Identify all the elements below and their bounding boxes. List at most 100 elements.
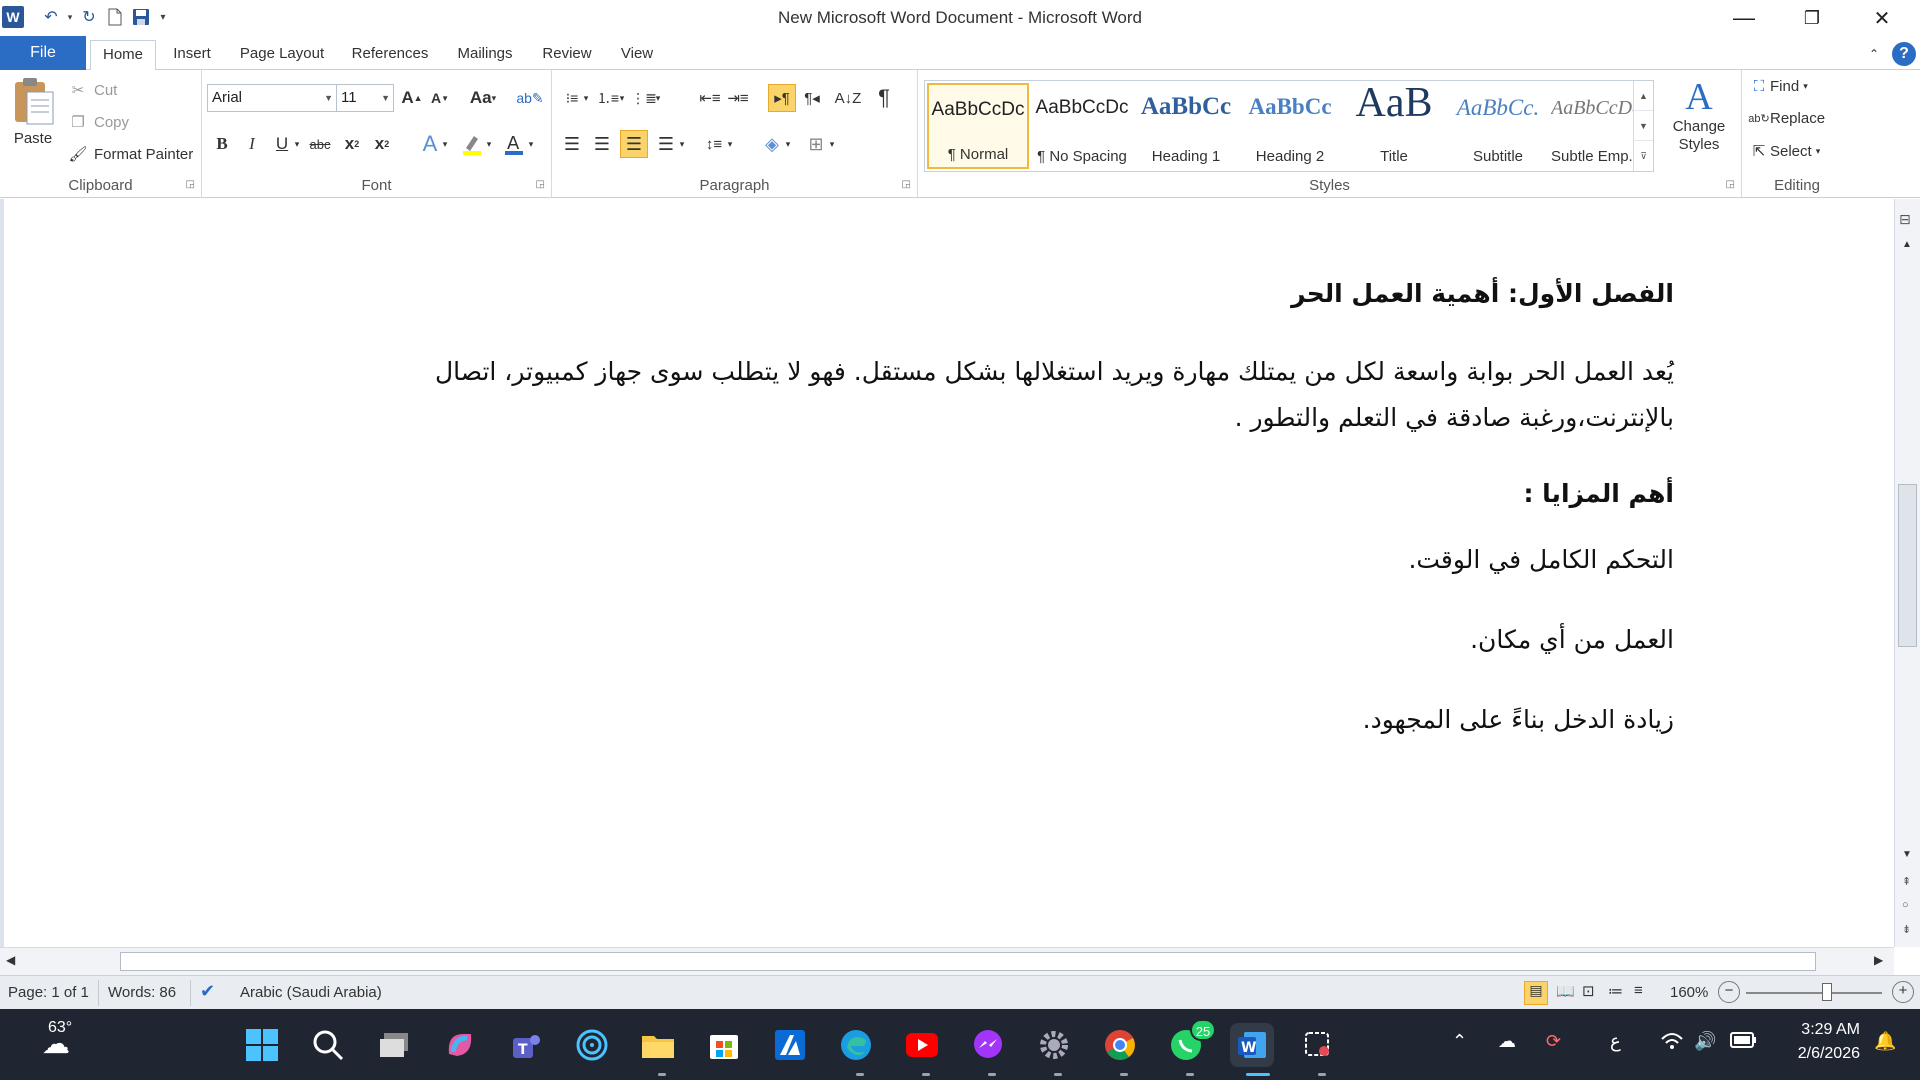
rtl-direction-icon[interactable]: ¶◂	[798, 84, 826, 112]
ruler-toggle-icon[interactable]: ⊟	[1899, 211, 1911, 228]
align-right-icon[interactable]: ☰	[620, 130, 648, 158]
tab-insert[interactable]: Insert	[166, 40, 218, 70]
shrink-font-icon[interactable]: A ▼	[426, 84, 454, 112]
teams-icon[interactable]: T	[504, 1023, 548, 1067]
web-layout-icon[interactable]: ⊡	[1582, 982, 1595, 1000]
microsoft-store-icon[interactable]	[702, 1023, 746, 1067]
tab-home[interactable]: Home	[90, 40, 156, 71]
gallery-more-icon[interactable]: ⊽	[1634, 141, 1653, 171]
advantages-heading[interactable]: أهم المزايا :	[1523, 479, 1674, 508]
clock-time[interactable]: 3:29 AM	[1776, 1021, 1860, 1039]
zoom-out-icon[interactable]: −	[1718, 981, 1740, 1003]
undo-dropdown-icon[interactable]: ▾	[64, 4, 76, 30]
wifi-icon[interactable]	[1660, 1031, 1684, 1056]
edge-icon[interactable]	[834, 1023, 878, 1067]
copilot-icon[interactable]	[438, 1023, 482, 1067]
zoom-slider-thumb[interactable]	[1822, 983, 1832, 1001]
word-count[interactable]: Words: 86	[108, 984, 176, 1001]
clear-formatting-icon[interactable]: ab✎	[516, 84, 544, 112]
tab-references[interactable]: References	[346, 40, 434, 70]
snipping-tool-icon[interactable]	[1296, 1023, 1340, 1067]
customize-qat-icon[interactable]: ▾	[154, 4, 172, 30]
style-heading-2[interactable]: AaBbCc Heading 2	[1239, 83, 1341, 169]
scroll-right-icon[interactable]: ▶	[1874, 953, 1883, 967]
outline-view-icon[interactable]: ≔	[1608, 982, 1623, 1000]
scroll-up-icon[interactable]: ▲	[1902, 239, 1912, 250]
bullets-dropdown-icon[interactable]: ▾	[580, 84, 592, 112]
font-name-combo[interactable]: Arial ▼	[207, 84, 337, 112]
scroll-down-icon[interactable]: ▼	[1902, 849, 1912, 860]
azure-icon[interactable]	[768, 1023, 812, 1067]
tab-review[interactable]: Review	[536, 40, 598, 70]
volume-icon[interactable]: 🔊	[1694, 1031, 1716, 1052]
paragraph-launcher-icon[interactable]: ◲	[902, 179, 911, 190]
replace-button[interactable]: ab↻ Replace	[1748, 110, 1825, 127]
tab-file[interactable]: File	[0, 36, 86, 70]
clock-date[interactable]: 2/6/2026	[1776, 1045, 1860, 1063]
wireless-display-icon[interactable]	[570, 1023, 614, 1067]
full-screen-reading-icon[interactable]: 📖	[1556, 982, 1575, 1000]
decrease-indent-icon[interactable]: ⇤≡	[696, 84, 724, 112]
numbering-dropdown-icon[interactable]: ▾	[616, 84, 628, 112]
settings-icon[interactable]	[1032, 1023, 1076, 1067]
gallery-down-icon[interactable]: ▼	[1634, 111, 1653, 141]
document-canvas[interactable]: الفصل الأول: أهمية العمل الحر يُعد العمل…	[0, 199, 1894, 947]
select-browse-object-icon[interactable]: ○	[1902, 899, 1909, 911]
copy-button[interactable]: ❐ Copy	[68, 113, 129, 132]
next-page-icon[interactable]: ⇟	[1902, 923, 1911, 936]
language-indicator[interactable]: Arabic (Saudi Arabia)	[240, 984, 382, 1001]
borders-dropdown-icon[interactable]: ▾	[826, 130, 838, 158]
word-taskbar-icon[interactable]: W	[1230, 1023, 1274, 1067]
close-button[interactable]: ✕	[1852, 0, 1912, 36]
chapter-heading[interactable]: الفصل الأول: أهمية العمل الحر	[1291, 279, 1674, 308]
horizontal-scrollbar[interactable]: ◀ ▶	[0, 947, 1894, 975]
shading-dropdown-icon[interactable]: ▾	[782, 130, 794, 158]
zoom-in-icon[interactable]: +	[1892, 981, 1914, 1003]
align-center-icon[interactable]: ☰	[588, 130, 616, 158]
subscript-icon[interactable]: x2	[338, 130, 366, 158]
style-subtitle[interactable]: AaBbCc. Subtitle	[1447, 83, 1549, 169]
text-effects-dropdown-icon[interactable]: ▾	[438, 130, 452, 158]
advantage-item-3[interactable]: زيادة الدخل بناءً على المجهود.	[1363, 697, 1674, 743]
proofing-icon[interactable]: ✔	[200, 981, 215, 1002]
youtube-icon[interactable]	[900, 1023, 944, 1067]
strikethrough-icon[interactable]: abc	[306, 130, 334, 158]
help-icon[interactable]: ?	[1892, 42, 1916, 66]
justify-dropdown-icon[interactable]: ▾	[676, 130, 688, 158]
sync-icon[interactable]: ⟳	[1546, 1031, 1561, 1052]
intro-line-1[interactable]: يُعد العمل الحر بوابة واسعة لكل من يمتلك…	[435, 349, 1674, 395]
redo-icon[interactable]: ↻	[76, 4, 102, 30]
font-color-dropdown-icon[interactable]: ▾	[524, 130, 538, 158]
paste-button[interactable]: Paste	[10, 76, 56, 166]
undo-icon[interactable]: ↶	[38, 4, 64, 30]
grow-font-icon[interactable]: A ▲	[398, 84, 426, 112]
onedrive-icon[interactable]: ☁	[1498, 1031, 1516, 1052]
messenger-icon[interactable]	[966, 1023, 1010, 1067]
chrome-icon[interactable]	[1098, 1023, 1142, 1067]
tab-mailings[interactable]: Mailings	[448, 40, 522, 70]
horizontal-scroll-thumb[interactable]	[120, 952, 1816, 971]
minimize-button[interactable]: —	[1714, 0, 1774, 36]
align-left-icon[interactable]: ☰	[558, 130, 586, 158]
highlight-dropdown-icon[interactable]: ▾	[482, 130, 496, 158]
style-normal[interactable]: AaBbCcDc ¶ Normal	[927, 83, 1029, 169]
select-button[interactable]: ⇱ Select ▾	[1748, 142, 1821, 161]
advantage-item-2[interactable]: العمل من أي مكان.	[1470, 617, 1674, 663]
vertical-scroll-thumb[interactable]	[1898, 484, 1917, 647]
file-explorer-icon[interactable]	[636, 1023, 680, 1067]
input-language-indicator[interactable]: ع	[1610, 1031, 1621, 1052]
bold-icon[interactable]: B	[208, 130, 236, 158]
notifications-icon[interactable]: 🔔	[1874, 1031, 1896, 1052]
intro-line-2[interactable]: بالإنترنت،ورغبة صادقة في التعلم والتطور …	[1235, 395, 1674, 441]
show-hidden-icons-icon[interactable]: ⌃	[1452, 1031, 1467, 1052]
zoom-level[interactable]: 160%	[1670, 984, 1708, 1001]
style-subtle-emphasis[interactable]: AaBbCcDa Subtle Emp...	[1551, 83, 1633, 169]
styles-launcher-icon[interactable]: ◲	[1726, 179, 1735, 190]
save-icon[interactable]	[128, 4, 154, 30]
find-button[interactable]: ⛶ Find ▾	[1748, 78, 1808, 95]
scroll-left-icon[interactable]: ◀	[6, 953, 15, 967]
word-app-icon[interactable]: W	[2, 6, 24, 28]
underline-dropdown-icon[interactable]: ▾	[290, 130, 304, 158]
draft-view-icon[interactable]: ≡	[1634, 982, 1643, 999]
sort-icon[interactable]: A↓Z	[834, 84, 862, 112]
